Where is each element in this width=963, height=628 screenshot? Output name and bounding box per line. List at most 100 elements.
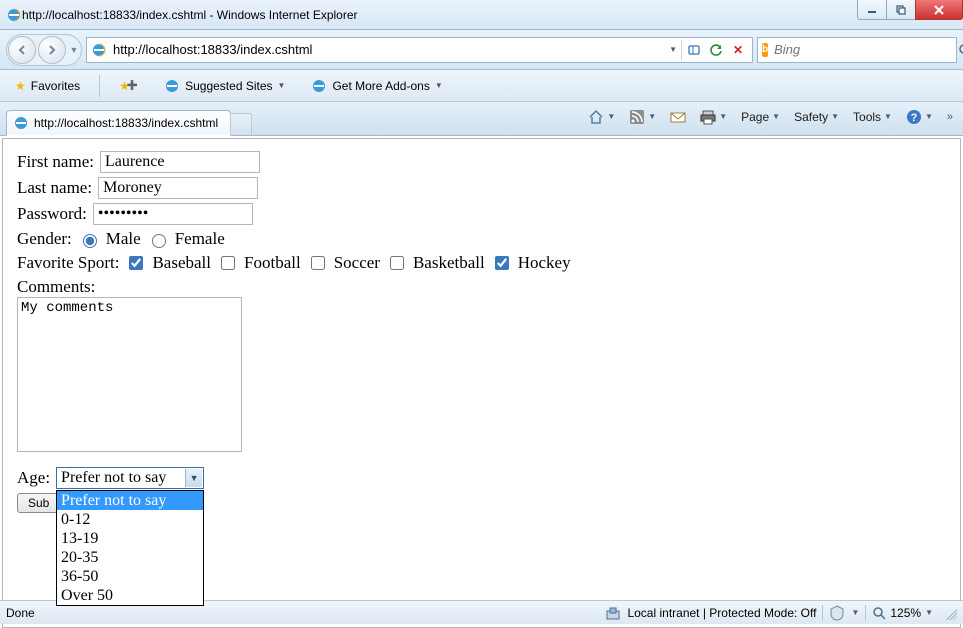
suggested-sites-button[interactable]: Suggested Sites ▼ [157, 74, 292, 98]
favorites-label: Favorites [31, 79, 80, 93]
age-option[interactable]: Over 50 [57, 586, 203, 605]
url-dropdown-icon[interactable]: ▼ [669, 45, 677, 54]
first-name-label: First name: [17, 152, 94, 172]
basketball-label: Basketball [413, 253, 485, 273]
stop-icon[interactable]: ✕ [728, 40, 748, 60]
active-tab[interactable]: http://localhost:18833/index.cshtml [6, 110, 231, 136]
chevron-down-icon: ▼ [435, 81, 443, 90]
read-mail-button[interactable] [666, 106, 690, 128]
separator [681, 40, 682, 60]
first-name-input[interactable] [100, 151, 260, 173]
search-input[interactable] [772, 41, 954, 58]
tools-menu[interactable]: Tools ▼ [849, 107, 896, 127]
page-ie-icon [91, 42, 107, 58]
protected-mode-icon[interactable] [829, 605, 845, 621]
new-tab-button[interactable] [230, 113, 252, 135]
chevron-down-icon: ▼ [648, 112, 656, 121]
chevron-down-icon: ▼ [719, 112, 727, 121]
print-button[interactable]: ▼ [696, 106, 731, 128]
ie-icon [13, 115, 29, 131]
chevron-down-icon: ▼ [884, 112, 892, 121]
soccer-checkbox[interactable] [311, 256, 325, 270]
separator [99, 75, 100, 97]
bing-icon: b [762, 43, 768, 57]
compat-view-icon[interactable] [684, 40, 704, 60]
resize-grip[interactable] [943, 606, 957, 620]
comments-textarea[interactable] [17, 297, 242, 452]
url-input[interactable] [111, 41, 665, 58]
address-bar: ▼ ✕ [86, 37, 753, 63]
zone-icon [605, 605, 621, 621]
page-menu[interactable]: Page ▼ [737, 107, 784, 127]
window-titlebar: http://localhost:18833/index.cshtml - Wi… [0, 0, 963, 30]
male-label: Male [106, 229, 141, 249]
status-text: Done [6, 606, 35, 620]
password-input[interactable] [93, 203, 253, 225]
age-option[interactable]: 20-35 [57, 548, 203, 567]
feeds-button[interactable]: ▼ [625, 106, 660, 128]
favorites-button[interactable]: ★ Favorites [8, 75, 87, 97]
nav-history-dropdown[interactable]: ▼ [67, 45, 81, 55]
hockey-checkbox[interactable] [495, 256, 509, 270]
chevron-down-icon: ▼ [925, 112, 933, 121]
help-button[interactable]: ? ▼ [902, 106, 937, 128]
submit-button[interactable]: Sub [17, 493, 60, 513]
maximize-button[interactable] [886, 0, 916, 20]
window-title: http://localhost:18833/index.cshtml - Wi… [22, 8, 358, 22]
last-name-label: Last name: [17, 178, 92, 198]
football-checkbox[interactable] [221, 256, 235, 270]
zoom-control[interactable]: 125% ▼ [872, 606, 933, 620]
age-selected-value: Prefer not to say [61, 469, 166, 487]
overflow-chevron[interactable]: » [943, 111, 957, 123]
password-label: Password: [17, 204, 87, 224]
gender-label: Gender: [17, 229, 72, 249]
addons-label: Get More Add-ons [332, 79, 429, 93]
zoom-value: 125% [890, 606, 921, 620]
last-name-input[interactable] [98, 177, 258, 199]
chevron-down-icon: ▼ [772, 112, 780, 121]
baseball-checkbox[interactable] [129, 256, 143, 270]
age-select[interactable]: Prefer not to say ▼ [56, 467, 204, 489]
ie-icon [311, 78, 327, 94]
soccer-label: Soccer [334, 253, 380, 273]
age-option[interactable]: Prefer not to say [57, 491, 203, 510]
add-favorite-button[interactable]: ★ ➕ [112, 75, 145, 97]
chevron-down-icon: ▼ [278, 81, 286, 90]
sport-label: Favorite Sport: [17, 253, 119, 273]
search-box: b ▼ [757, 37, 957, 63]
gender-male-radio[interactable] [83, 234, 97, 248]
minimize-button[interactable] [857, 0, 887, 20]
refresh-icon[interactable] [706, 40, 726, 60]
back-button[interactable] [8, 36, 36, 64]
chevron-down-icon: ▼ [925, 608, 933, 617]
home-button[interactable]: ▼ [584, 106, 619, 128]
tab-title: http://localhost:18833/index.cshtml [34, 116, 218, 130]
age-option[interactable]: 0-12 [57, 510, 203, 529]
age-label: Age: [17, 468, 50, 488]
baseball-label: Baseball [152, 253, 211, 273]
basketball-checkbox[interactable] [390, 256, 404, 270]
page-label: Page [741, 110, 769, 124]
tools-label: Tools [853, 110, 881, 124]
ie-icon [6, 7, 22, 23]
separator [822, 605, 823, 621]
age-dropdown: Prefer not to say 0-12 13-19 20-35 36-50… [56, 490, 204, 606]
chevron-down-icon: ▼ [831, 112, 839, 121]
age-option[interactable]: 36-50 [57, 567, 203, 586]
search-button[interactable] [958, 43, 963, 57]
nav-buttons: ▼ [6, 34, 82, 66]
comments-label: Comments: [17, 277, 95, 296]
close-button[interactable] [915, 0, 963, 20]
zoom-icon [872, 606, 886, 620]
forward-button[interactable] [38, 36, 66, 64]
star-icon: ★ [15, 79, 26, 93]
safety-label: Safety [794, 110, 828, 124]
chevron-down-icon[interactable]: ▼ [851, 608, 859, 617]
gender-female-radio[interactable] [152, 234, 166, 248]
ie-icon [164, 78, 180, 94]
chevron-down-icon: ▼ [185, 469, 202, 487]
female-label: Female [175, 229, 225, 249]
age-option[interactable]: 13-19 [57, 529, 203, 548]
safety-menu[interactable]: Safety ▼ [790, 107, 843, 127]
addons-button[interactable]: Get More Add-ons ▼ [304, 74, 449, 98]
